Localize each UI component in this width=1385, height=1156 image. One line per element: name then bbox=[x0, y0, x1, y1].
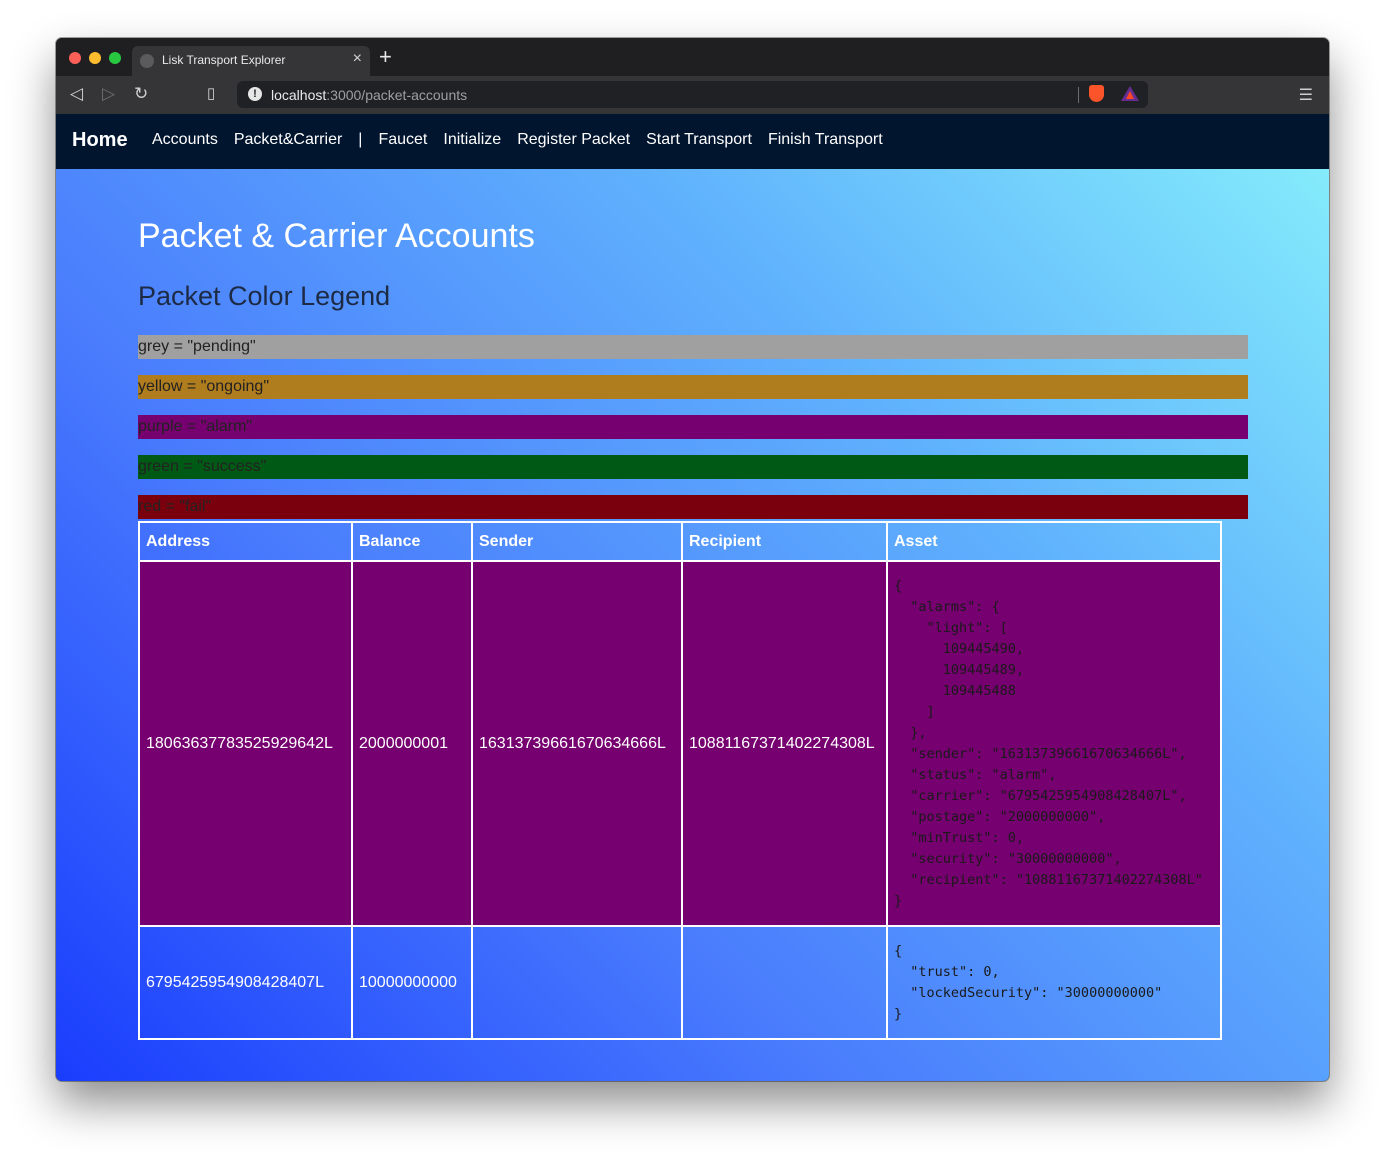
asset-json: { "alarms": { "light": [ 109445490, 1094… bbox=[894, 577, 1203, 909]
nav-link-register-packet[interactable]: Register Packet bbox=[517, 131, 630, 149]
reload-icon[interactable]: ↻ bbox=[134, 84, 148, 104]
table-row: 18063637783525929642L 2000000001 1631373… bbox=[138, 560, 1222, 927]
cell-sender: 16313739661670634666L bbox=[471, 560, 683, 927]
maximize-window-button[interactable] bbox=[109, 52, 121, 64]
column-header-balance: Balance bbox=[351, 521, 473, 562]
accounts-table: Address Balance Sender Recipient Asset 1… bbox=[138, 521, 1222, 1040]
address-bar[interactable]: ! localhost:3000/packet-accounts bbox=[237, 81, 1148, 108]
menu-icon[interactable]: ☰ bbox=[1299, 85, 1313, 105]
tab-strip: Lisk Transport Explorer × + bbox=[56, 38, 1329, 76]
brave-shields-icon[interactable] bbox=[1089, 85, 1104, 102]
nav-links: Accounts Packet&Carrier | Faucet Initial… bbox=[152, 131, 899, 149]
browser-toolbar: ◁ ▷ ↻ ▯ ! localhost:3000/packet-accounts… bbox=[56, 76, 1329, 114]
column-header-recipient: Recipient bbox=[681, 521, 888, 562]
browser-tab[interactable]: Lisk Transport Explorer × bbox=[132, 46, 370, 76]
asset-json: { "trust": 0, "lockedSecurity": "3000000… bbox=[894, 942, 1163, 1022]
forward-icon[interactable]: ▷ bbox=[102, 84, 115, 104]
browser-window: Lisk Transport Explorer × + ◁ ▷ ↻ ▯ ! lo… bbox=[56, 38, 1329, 1081]
column-header-asset: Asset bbox=[886, 521, 1222, 562]
cell-asset: { "alarms": { "light": [ 109445490, 1094… bbox=[886, 560, 1222, 927]
cell-sender bbox=[471, 925, 683, 1040]
cell-balance: 10000000000 bbox=[351, 925, 473, 1040]
back-icon[interactable]: ◁ bbox=[70, 84, 83, 104]
legend-item-ongoing: yellow = "ongoing" bbox=[138, 375, 1248, 399]
table-row: 6795425954908428407L 10000000000 { "trus… bbox=[138, 925, 1222, 1040]
legend-item-fail: red = "fail" bbox=[138, 495, 1248, 519]
table-header-row: Address Balance Sender Recipient Asset bbox=[138, 521, 1222, 562]
url-text[interactable]: localhost:3000/packet-accounts bbox=[271, 87, 467, 103]
page-title: Packet & Carrier Accounts bbox=[138, 217, 535, 255]
nav-link-initialize[interactable]: Initialize bbox=[443, 131, 501, 149]
minimize-window-button[interactable] bbox=[89, 52, 101, 64]
cell-balance: 2000000001 bbox=[351, 560, 473, 927]
legend-title: Packet Color Legend bbox=[138, 281, 391, 311]
info-icon[interactable]: ! bbox=[248, 87, 262, 101]
column-header-address: Address bbox=[138, 521, 353, 562]
bookmark-icon[interactable]: ▯ bbox=[207, 84, 215, 104]
brave-rewards-icon[interactable] bbox=[1121, 86, 1139, 101]
nav-link-packet-carrier[interactable]: Packet&Carrier bbox=[234, 131, 342, 149]
cell-recipient: 10881167371402274308L bbox=[681, 560, 888, 927]
nav-brand-home[interactable]: Home bbox=[72, 129, 128, 152]
cell-recipient bbox=[681, 925, 888, 1040]
nav-link-finish-transport[interactable]: Finish Transport bbox=[768, 131, 883, 149]
nav-link-start-transport[interactable]: Start Transport bbox=[646, 131, 752, 149]
cell-address: 18063637783525929642L bbox=[138, 560, 353, 927]
column-header-sender: Sender bbox=[471, 521, 683, 562]
url-host: localhost bbox=[271, 87, 327, 103]
tab-title: Lisk Transport Explorer bbox=[162, 53, 286, 67]
close-tab-icon[interactable]: × bbox=[353, 50, 362, 68]
page-viewport: Home Accounts Packet&Carrier | Faucet In… bbox=[56, 114, 1329, 1081]
close-window-button[interactable] bbox=[69, 52, 81, 64]
legend-item-alarm: purple = "alarm" bbox=[138, 415, 1248, 439]
legend-item-pending: grey = "pending" bbox=[138, 335, 1248, 359]
cell-address: 6795425954908428407L bbox=[138, 925, 353, 1040]
globe-icon bbox=[140, 54, 154, 68]
address-bar-divider bbox=[1078, 87, 1079, 103]
nav-link-accounts[interactable]: Accounts bbox=[152, 131, 218, 149]
url-path: :3000/packet-accounts bbox=[326, 87, 468, 103]
legend-item-success: green = "success" bbox=[138, 455, 1248, 479]
nav-link-faucet[interactable]: Faucet bbox=[378, 131, 427, 149]
new-tab-icon[interactable]: + bbox=[379, 46, 392, 68]
nav-divider: | bbox=[358, 131, 363, 148]
app-navbar: Home Accounts Packet&Carrier | Faucet In… bbox=[56, 114, 1329, 169]
cell-asset: { "trust": 0, "lockedSecurity": "3000000… bbox=[886, 925, 1222, 1040]
